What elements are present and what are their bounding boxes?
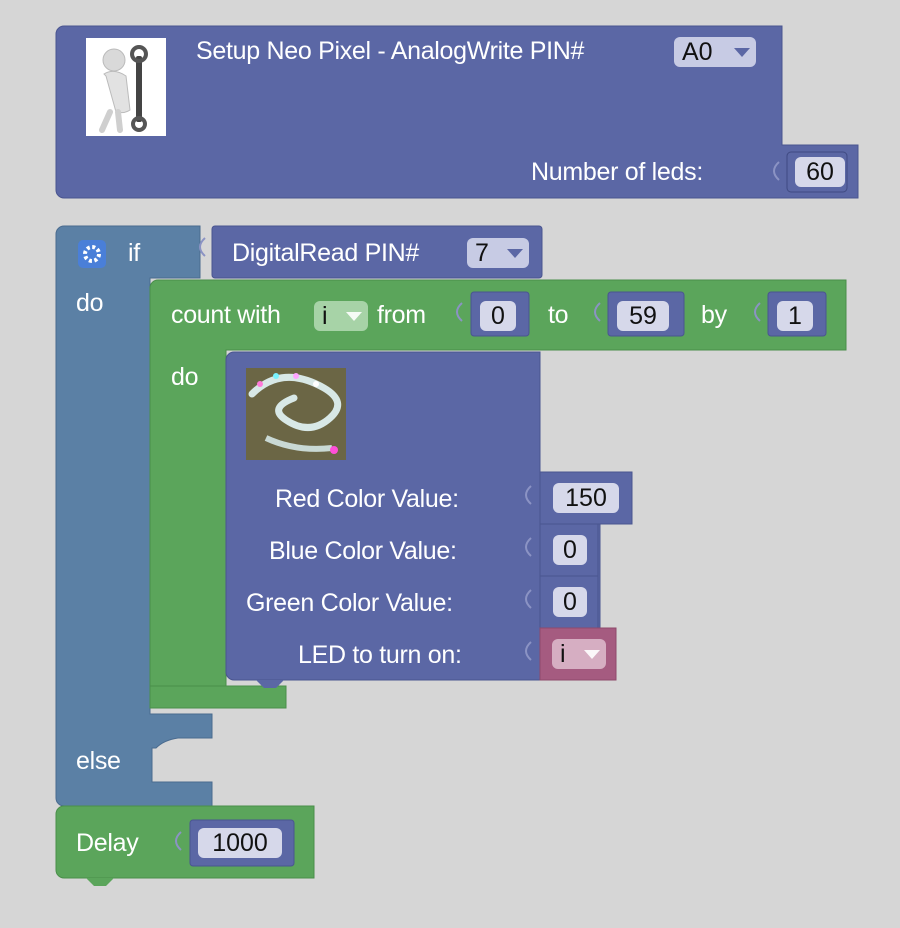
- chevron-down-icon: [507, 249, 523, 258]
- setup-title: Setup Neo Pixel - AnalogWrite PIN#: [196, 37, 585, 65]
- delay-label: Delay: [76, 829, 139, 857]
- if-label: if: [128, 239, 140, 267]
- if-do-label: do: [76, 289, 104, 317]
- digitalread-pin-dropdown[interactable]: 7: [467, 238, 529, 268]
- led-var-dropdown[interactable]: i: [552, 639, 606, 669]
- leds-label: Number of leds:: [531, 158, 703, 186]
- delay-input[interactable]: 1000: [198, 828, 282, 858]
- red-input[interactable]: 150: [553, 483, 619, 513]
- by-input[interactable]: 1: [777, 301, 813, 331]
- green-label: Green Color Value:: [246, 589, 453, 617]
- from-input[interactable]: 0: [480, 301, 516, 331]
- pin-dropdown[interactable]: A0: [674, 37, 756, 67]
- chevron-down-icon: [734, 48, 750, 57]
- blue-input[interactable]: 0: [553, 535, 587, 565]
- green-input[interactable]: 0: [553, 587, 587, 617]
- led-strip-image: [246, 368, 346, 460]
- gear-icon[interactable]: [78, 240, 106, 268]
- else-label: else: [76, 747, 121, 775]
- digitalread-pin-value: 7: [475, 239, 489, 267]
- count-with-label: count with: [171, 301, 281, 329]
- blue-label: Blue Color Value:: [269, 537, 457, 565]
- repair-figure-image: [86, 38, 166, 136]
- led-var-value: i: [560, 640, 566, 668]
- from-label: from: [377, 301, 426, 329]
- pin-dropdown-value: A0: [682, 38, 713, 66]
- leds-input[interactable]: 60: [795, 157, 845, 187]
- led-label: LED to turn on:: [298, 641, 462, 669]
- loop-do-label: do: [171, 363, 199, 391]
- red-label: Red Color Value:: [275, 485, 459, 513]
- block-shapes: [55, 25, 859, 886]
- loop-var-value: i: [322, 302, 328, 330]
- digitalread-label: DigitalRead PIN#: [232, 239, 419, 267]
- chevron-down-icon: [584, 650, 600, 659]
- to-label: to: [548, 301, 569, 329]
- by-label: by: [701, 301, 727, 329]
- blockly-workspace[interactable]: Setup Neo Pixel - AnalogWrite PIN# A0 Nu…: [0, 0, 900, 928]
- loop-var-dropdown[interactable]: i: [314, 301, 368, 331]
- to-input[interactable]: 59: [617, 301, 669, 331]
- chevron-down-icon: [346, 312, 362, 321]
